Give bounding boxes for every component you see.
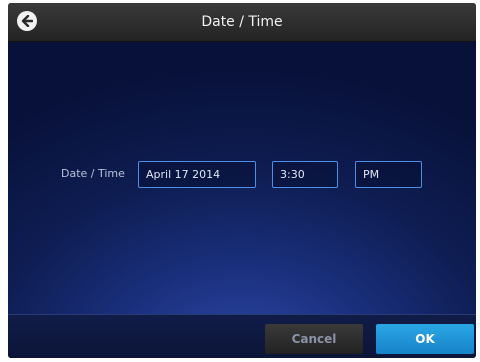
date-time-label: Date / Time [61, 167, 125, 180]
time-field[interactable]: 3:30 [272, 161, 338, 188]
footer-bar: Cancel OK [8, 314, 476, 358]
main-content: Date / Time April 17 2014 3:30 PM [8, 42, 476, 314]
date-field[interactable]: April 17 2014 [138, 161, 256, 188]
ampm-field[interactable]: PM [355, 161, 422, 188]
ok-button[interactable]: OK [376, 324, 474, 354]
cancel-button[interactable]: Cancel [265, 324, 363, 354]
device-screen: Date / Time Date / Time April 17 2014 3:… [8, 3, 476, 358]
page-title: Date / Time [201, 14, 283, 30]
title-bar: Date / Time [8, 3, 476, 42]
